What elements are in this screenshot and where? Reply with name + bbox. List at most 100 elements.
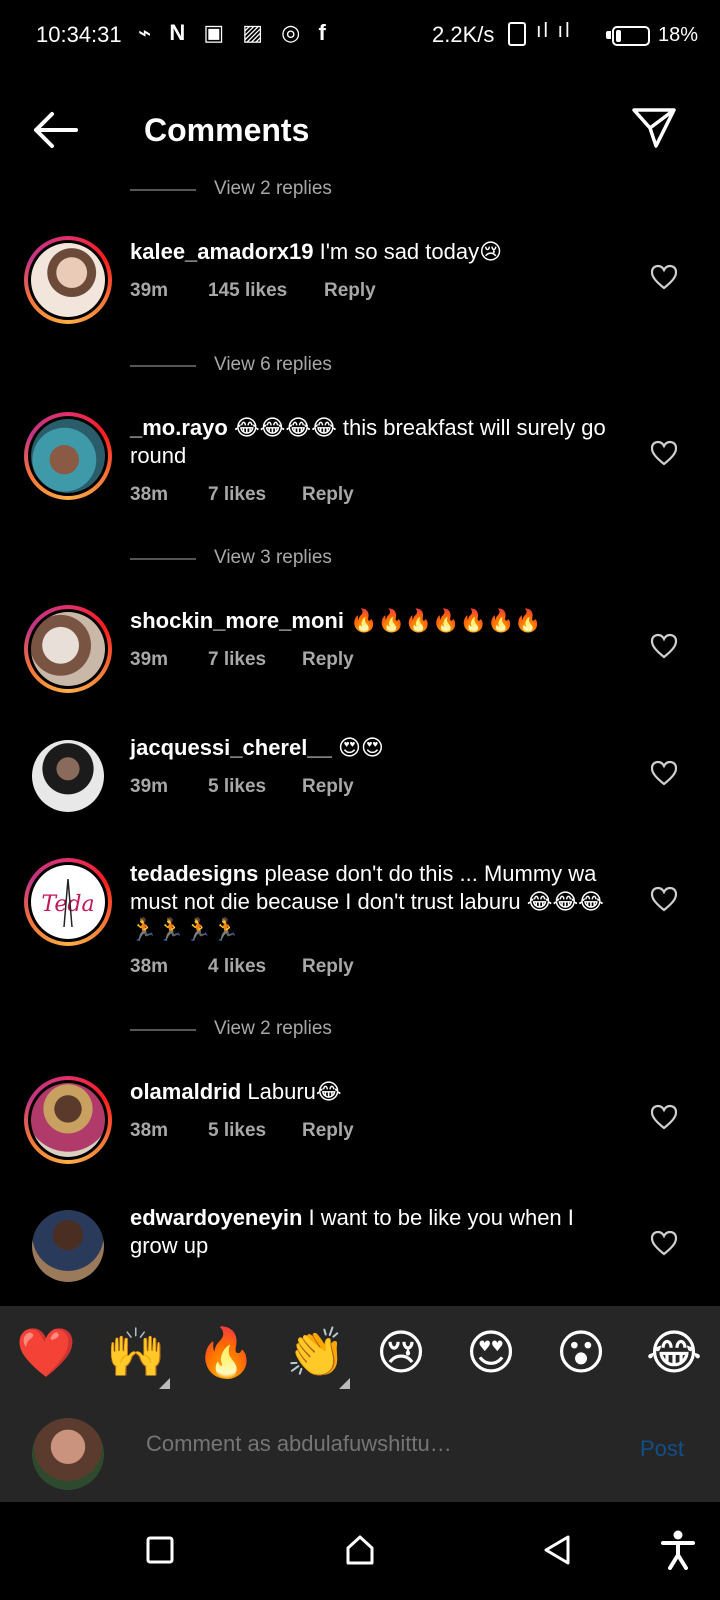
comment-meta: 38m 5 likes Reply bbox=[130, 1120, 430, 1144]
comment-item: kalee_amadorx19 I'm so sad today😢 39m 14… bbox=[0, 236, 720, 336]
comment-likes[interactable]: 4 likes bbox=[208, 956, 266, 978]
like-heart-icon[interactable] bbox=[650, 1104, 678, 1130]
emoji-surprised-button[interactable]: 😮 bbox=[556, 1324, 606, 1384]
signal-icon: ıl ıl bbox=[536, 20, 572, 42]
comment-likes[interactable]: 7 likes bbox=[208, 649, 266, 671]
skin-tone-indicator-icon bbox=[159, 1378, 170, 1389]
home-icon[interactable] bbox=[344, 1534, 376, 1571]
comment-item: Teda tedadesigns please don't do this ..… bbox=[0, 858, 720, 998]
replies-divider bbox=[130, 558, 196, 560]
like-heart-icon[interactable] bbox=[650, 886, 678, 912]
comment-meta: 38m 7 likes Reply bbox=[130, 484, 430, 508]
avatar[interactable] bbox=[32, 740, 104, 812]
emoji-clap-button[interactable]: 👏 bbox=[286, 1324, 346, 1384]
comment-text: jacquessi_cherel__ 😍😍 bbox=[130, 734, 620, 762]
avatar[interactable] bbox=[24, 236, 112, 324]
comment-time: 39m bbox=[130, 649, 169, 670]
replies-divider bbox=[130, 1029, 196, 1031]
comment-username[interactable]: _mo.rayo bbox=[130, 415, 228, 440]
battery-percent: 18% bbox=[658, 24, 699, 46]
page-title: Comments bbox=[144, 112, 310, 148]
view-replies-label: View 2 replies bbox=[214, 178, 332, 199]
emoji-laughing-button[interactable]: 😂 bbox=[646, 1324, 702, 1384]
view-replies-button[interactable]: View 6 replies bbox=[130, 352, 430, 382]
avatar[interactable] bbox=[24, 1076, 112, 1164]
view-replies-label: View 3 replies bbox=[214, 547, 332, 568]
comment-time: 39m bbox=[130, 280, 169, 301]
comment-likes[interactable]: 5 likes bbox=[208, 1120, 266, 1142]
reply-button[interactable]: Reply bbox=[302, 649, 354, 671]
comment-item: _mo.rayo 😂😂😂😂 this breakfast will surely… bbox=[0, 412, 720, 522]
avatar[interactable] bbox=[24, 412, 112, 500]
reply-button[interactable]: Reply bbox=[324, 280, 376, 302]
comment-likes[interactable]: 5 likes bbox=[208, 776, 266, 798]
like-heart-icon[interactable] bbox=[650, 440, 678, 466]
emoji-crying-button[interactable]: 😢 bbox=[376, 1324, 426, 1384]
comment-username[interactable]: shockin_more_moni bbox=[130, 608, 344, 633]
comment-time: 39m bbox=[130, 776, 169, 797]
comment-username[interactable]: olamaldrid bbox=[130, 1079, 241, 1104]
comment-likes[interactable]: 7 likes bbox=[208, 484, 266, 506]
back-arrow-icon[interactable] bbox=[30, 108, 80, 152]
reply-button[interactable]: Reply bbox=[302, 484, 354, 506]
comment-username[interactable]: tedadesigns bbox=[130, 861, 258, 886]
like-heart-icon[interactable] bbox=[650, 760, 678, 786]
comment-input[interactable] bbox=[144, 1430, 608, 1458]
like-heart-icon[interactable] bbox=[650, 1230, 678, 1256]
comment-username[interactable]: kalee_amadorx19 bbox=[130, 239, 313, 264]
comments-list[interactable]: View 2 replies kalee_amadorx19 I'm so sa… bbox=[0, 176, 720, 1306]
system-nav-bar bbox=[0, 1502, 720, 1600]
comment-meta: 39m 5 likes Reply bbox=[130, 776, 430, 800]
view-replies-button[interactable]: View 2 replies bbox=[130, 1016, 430, 1046]
view-replies-button[interactable]: View 2 replies bbox=[130, 176, 430, 206]
avatar-logo-text: Teda bbox=[41, 892, 94, 917]
reply-button[interactable]: Reply bbox=[302, 776, 354, 798]
comment-item: shockin_more_moni 🔥🔥🔥🔥🔥🔥🔥 39m 7 likes Re… bbox=[0, 605, 720, 705]
comment-body: 🔥🔥🔥🔥🔥🔥🔥 bbox=[350, 608, 542, 633]
skin-tone-indicator-icon bbox=[339, 1378, 350, 1389]
send-icon[interactable] bbox=[630, 104, 678, 152]
emoji-heart-button[interactable]: ❤️ bbox=[16, 1324, 76, 1384]
comment-item: jacquessi_cherel__ 😍😍 39m 5 likes Reply bbox=[0, 732, 720, 832]
status-bar: 10:34:31 ⌁ N ▣ ▨ ◎ f 2.2K/s ıl ıl 18% bbox=[0, 0, 720, 72]
avatar[interactable]: Teda bbox=[24, 858, 112, 946]
battery-fill bbox=[616, 30, 621, 42]
reply-button[interactable]: Reply bbox=[302, 956, 354, 978]
emoji-heart-eyes-button[interactable]: 😍 bbox=[466, 1324, 516, 1384]
battery-icon bbox=[612, 26, 650, 46]
emoji-raised-hands-button[interactable]: 🙌 bbox=[106, 1324, 166, 1384]
like-heart-icon[interactable] bbox=[650, 633, 678, 659]
comment-text: edwardoyeneyin I want to be like you whe… bbox=[130, 1204, 620, 1260]
comment-text: kalee_amadorx19 I'm so sad today😢 bbox=[130, 238, 620, 266]
notification-icons: ⌁ N ▣ ▨ ◎ f bbox=[138, 20, 332, 45]
view-replies-button[interactable]: View 3 replies bbox=[130, 545, 430, 575]
comment-username[interactable]: edwardoyeneyin bbox=[130, 1205, 302, 1230]
comment-composer: Post bbox=[0, 1402, 720, 1502]
comment-meta: 39m 7 likes Reply bbox=[130, 649, 430, 673]
like-heart-icon[interactable] bbox=[650, 264, 678, 290]
back-nav-icon[interactable] bbox=[542, 1534, 572, 1571]
view-replies-label: View 6 replies bbox=[214, 354, 332, 375]
replies-divider bbox=[130, 189, 196, 191]
accessibility-icon[interactable] bbox=[660, 1530, 696, 1575]
comment-text: shockin_more_moni 🔥🔥🔥🔥🔥🔥🔥 bbox=[130, 607, 620, 635]
sim-icon bbox=[508, 22, 526, 46]
avatar[interactable] bbox=[32, 1210, 104, 1282]
recents-icon[interactable] bbox=[146, 1536, 174, 1569]
comment-meta: 39m 145 likes Reply bbox=[130, 280, 430, 304]
emoji-fire-button[interactable]: 🔥 bbox=[196, 1324, 256, 1384]
network-speed: 2.2K/s bbox=[432, 22, 495, 47]
comment-body: 😍😍 bbox=[337, 735, 384, 760]
comment-body: I'm so sad today😢 bbox=[319, 239, 503, 264]
avatar[interactable] bbox=[24, 605, 112, 693]
comment-item: edwardoyeneyin I want to be like you whe… bbox=[0, 1202, 720, 1306]
header: Comments bbox=[0, 90, 720, 170]
post-button[interactable]: Post bbox=[640, 1436, 684, 1462]
comment-likes[interactable]: 145 likes bbox=[208, 280, 287, 302]
comment-username[interactable]: jacquessi_cherel__ bbox=[130, 735, 332, 760]
comment-text: olamaldrid Laburu😂 bbox=[130, 1078, 620, 1106]
reply-button[interactable]: Reply bbox=[302, 1120, 354, 1142]
replies-divider bbox=[130, 365, 196, 367]
comment-meta: 38m 4 likes Reply bbox=[130, 956, 430, 980]
quick-reaction-bar: ❤️ 🙌 🔥 👏 😢 😍 😮 😂 bbox=[0, 1306, 720, 1402]
